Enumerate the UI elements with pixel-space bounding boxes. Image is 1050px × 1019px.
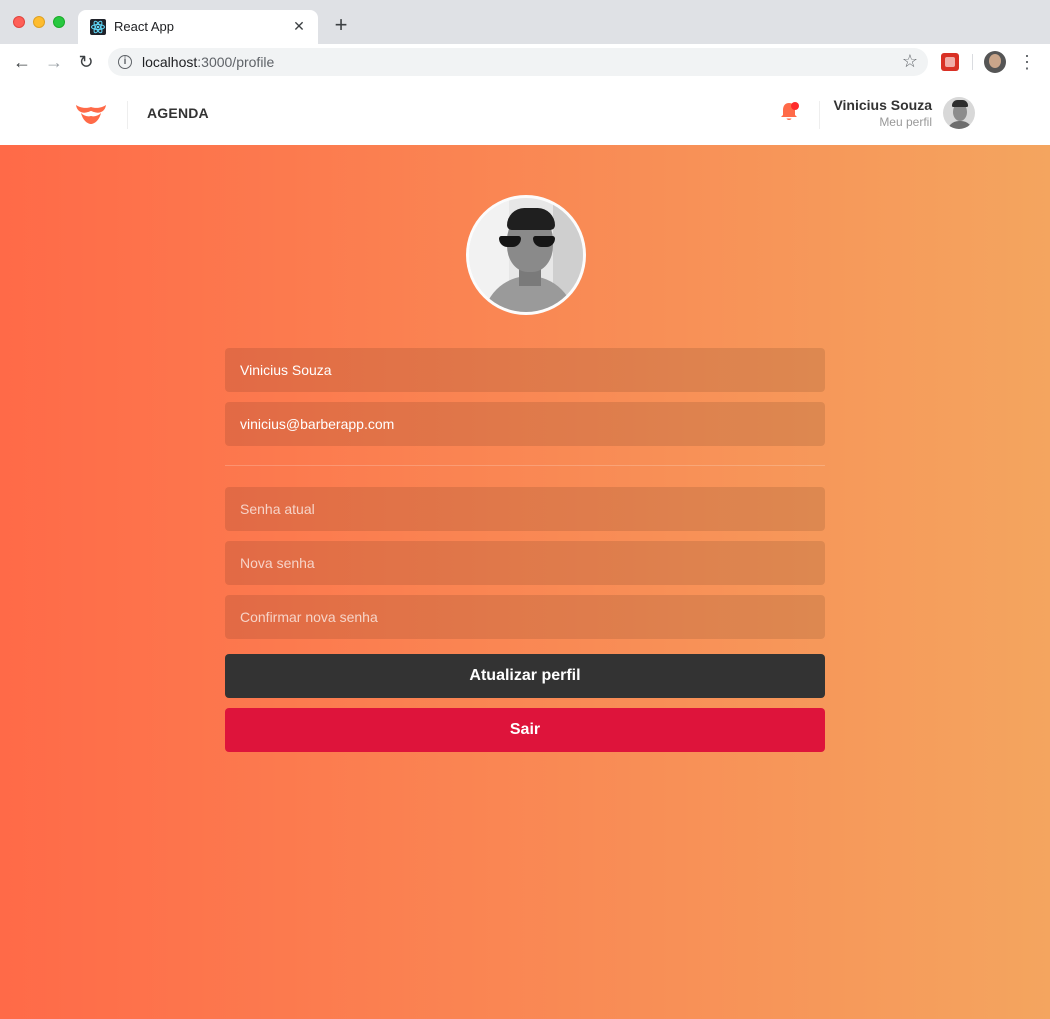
new-tab-button[interactable]: + — [330, 14, 352, 36]
minimize-window-button[interactable] — [33, 16, 45, 28]
notification-badge — [791, 102, 799, 110]
confirm-password-input[interactable] — [225, 595, 825, 639]
header-divider — [819, 101, 820, 129]
arrow-right-icon[interactable]: → — [42, 50, 66, 74]
info-icon[interactable]: i — [118, 55, 132, 69]
update-profile-button[interactable]: Atualizar perfil — [225, 654, 825, 698]
extension-icon[interactable] — [941, 53, 959, 71]
email-input[interactable] — [225, 402, 825, 446]
menu-dots-icon[interactable]: ⋮ — [1018, 50, 1036, 74]
header-divider — [127, 101, 128, 129]
mustache-logo-icon[interactable] — [74, 99, 108, 127]
nav-link-agenda[interactable]: AGENDA — [147, 105, 209, 121]
url-path: :3000/profile — [197, 54, 275, 70]
tab-title: React App — [114, 19, 174, 34]
address-bar[interactable]: i localhost:3000/profile ☆ — [108, 48, 928, 76]
browser-tab[interactable]: React App ✕ — [78, 10, 318, 44]
new-password-input[interactable] — [225, 541, 825, 585]
user-name: Vinicius Souza — [833, 97, 932, 113]
tab-close-icon[interactable]: ✕ — [290, 17, 308, 35]
browser-chrome: React App ✕ + ← → ↻ i localhost:3000/pro… — [0, 0, 1050, 80]
url-text[interactable]: localhost:3000/profile — [142, 54, 274, 70]
name-input[interactable] — [225, 348, 825, 392]
toolbar-divider — [972, 54, 973, 70]
user-avatar[interactable] — [943, 97, 975, 129]
maximize-window-button[interactable] — [53, 16, 65, 28]
my-profile-link[interactable]: Meu perfil — [879, 115, 932, 129]
react-favicon-icon — [90, 19, 106, 35]
logout-button[interactable]: Sair — [225, 708, 825, 752]
profile-page: Atualizar perfil Sair — [0, 145, 1050, 1019]
reload-icon[interactable]: ↻ — [74, 50, 98, 74]
url-host: localhost — [142, 54, 198, 70]
star-icon[interactable]: ☆ — [902, 51, 918, 72]
app-header: AGENDA Vinicius Souza Meu perfil — [0, 81, 1050, 145]
close-window-button[interactable] — [13, 16, 25, 28]
profile-avatar-upload[interactable] — [466, 195, 586, 315]
arrow-left-icon[interactable]: ← — [10, 50, 34, 74]
browser-toolbar: ← → ↻ i localhost:3000/profile ☆ ⋮ — [0, 44, 1050, 80]
profile-avatar-icon[interactable] — [984, 51, 1006, 73]
form-divider — [225, 465, 825, 466]
current-password-input[interactable] — [225, 487, 825, 531]
